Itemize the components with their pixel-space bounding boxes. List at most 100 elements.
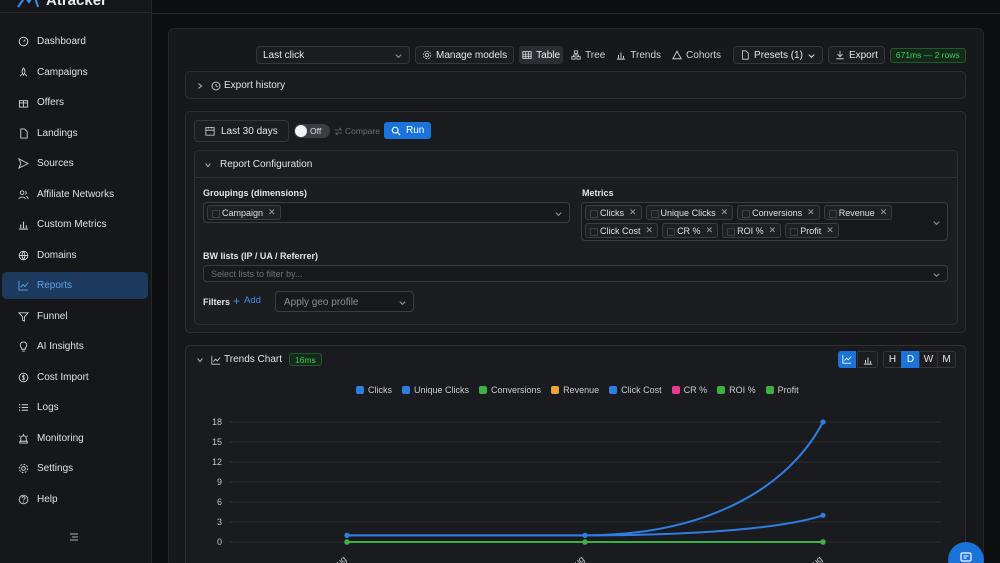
manage-models-button[interactable]: Manage models (415, 46, 515, 64)
remove-chip-icon[interactable]: ✕ (646, 225, 654, 236)
sidebar-item-logs[interactable]: Logs (2, 394, 148, 421)
collapse-sidebar-icon[interactable] (68, 531, 80, 543)
calendar-icon (205, 126, 215, 136)
series-line-unique-clicks (347, 514, 824, 537)
remove-chip-icon[interactable]: ✕ (629, 207, 637, 218)
remove-chip-icon[interactable]: ✕ (880, 207, 888, 218)
presets-button[interactable]: Presets (1) (733, 46, 823, 64)
geo-profile-select[interactable]: Apply geo profile (275, 291, 414, 312)
legend-item-revenue[interactable]: Revenue (551, 385, 599, 395)
sidebar-item-help[interactable]: Help (2, 486, 148, 513)
legend-item-conversions[interactable]: Conversions (479, 385, 541, 395)
sidebar-item-domains[interactable]: Domains (2, 242, 148, 269)
series-line-clicks (347, 421, 824, 537)
export-button[interactable]: Export (827, 46, 885, 64)
legend-item-roi-[interactable]: ROI % (717, 385, 756, 395)
chip-campaign: Campaign ✕ (207, 205, 281, 220)
sidebar-item-reports[interactable]: Reports (2, 272, 148, 299)
groupings-select[interactable]: Campaign ✕ (203, 202, 570, 223)
run-button[interactable]: Run (384, 122, 432, 139)
remove-chip-icon[interactable]: ✕ (706, 225, 714, 236)
legend-label: Clicks (368, 385, 392, 395)
legend-item-click-cost[interactable]: Click Cost (609, 385, 662, 395)
trends-line-chart: 0 3 6 9 12 15 18 04 Aug 06 Aug 08 Aug (212, 417, 941, 563)
sidebar-item-ai-insights[interactable]: AI Insights (2, 333, 148, 360)
sidebar-item-campaigns[interactable]: Campaigns (2, 59, 148, 86)
funnel-icon (18, 311, 29, 322)
add-filter-button[interactable]: + Add (233, 295, 261, 307)
chevron-down-icon[interactable] (204, 161, 212, 169)
rocket-icon (19, 66, 28, 76)
remove-chip-icon[interactable]: ✕ (826, 225, 834, 236)
legend-swatch (356, 386, 364, 394)
granularity-m-button[interactable]: M (937, 351, 956, 368)
remove-chip-icon[interactable]: ✕ (268, 207, 276, 218)
data-point (820, 539, 826, 545)
attribution-select[interactable]: Last click (256, 46, 410, 64)
x-tick-label: 06 Aug (558, 554, 586, 563)
bar-chart-icon (18, 221, 29, 230)
compare-toggle[interactable]: Off (294, 124, 330, 138)
view-tree-label: Tree (585, 49, 606, 61)
data-point (582, 532, 588, 538)
line-chart-icon (842, 354, 852, 364)
app-logo[interactable]: Atracker (16, 0, 107, 10)
sidebar-item-offers[interactable]: Offers (2, 89, 148, 116)
bar-chart-icon (617, 52, 626, 60)
remove-chip-icon[interactable]: ✕ (807, 207, 815, 218)
sidebar-item-label: Funnel (37, 310, 68, 322)
sidebar-item-monitoring[interactable]: Monitoring (2, 425, 148, 452)
sidebar-item-dashboard[interactable]: Dashboard (2, 28, 148, 55)
legend-item-cr-[interactable]: CR % (671, 385, 707, 395)
bw-lists-label: BW lists (IP / UA / Referrer) (203, 251, 319, 261)
geo-profile-placeholder: Apply geo profile (284, 297, 359, 308)
chevron-down-icon (555, 212, 562, 217)
users-icon (18, 189, 29, 199)
date-range-button[interactable]: Last 30 days (194, 120, 289, 142)
metrics-select[interactable]: Clicks ✕ Unique Clicks ✕ Conversions ✕ Revenue… (581, 202, 948, 241)
report-configuration-header[interactable]: Report Configuration (195, 151, 957, 178)
sidebar-item-landings[interactable]: Landings (2, 120, 148, 147)
view-table-label: Table (536, 49, 561, 61)
sidebar-item-cost-import[interactable]: Cost Import (2, 364, 148, 391)
line-view-button[interactable] (838, 351, 856, 368)
trends-chart-title: Trends Chart (224, 354, 282, 365)
search-icon (391, 126, 401, 136)
sidebar-item-sources[interactable]: Sources (2, 150, 148, 177)
legend-swatch (717, 386, 726, 394)
y-tick-label: 6 (217, 497, 222, 507)
bw-lists-select[interactable]: Select lists to filter by... (203, 265, 948, 282)
remove-chip-icon[interactable]: ✕ (769, 225, 777, 236)
chevron-right-icon[interactable] (196, 82, 204, 90)
legend-item-profit[interactable]: Profit (765, 385, 799, 395)
view-table-tab[interactable]: Table (519, 46, 564, 64)
legend-label: Profit (777, 385, 799, 395)
bw-lists-placeholder: Select lists to filter by... (211, 269, 303, 279)
chip-cr-: CR % ✕ (662, 223, 719, 238)
view-tree-tab[interactable]: Tree (568, 46, 608, 64)
sidebar-item-label: Monitoring (37, 432, 84, 444)
granularity-h-button[interactable]: H (883, 351, 902, 368)
sidebar-item-custom-metrics[interactable]: Custom Metrics (2, 211, 148, 238)
sidebar-item-settings[interactable]: Settings (2, 455, 148, 482)
bar-view-button[interactable] (857, 351, 878, 368)
legend-item-clicks[interactable]: Clicks (356, 385, 392, 395)
granularity-d-button[interactable]: D (901, 351, 920, 368)
legend-item-unique-clicks[interactable]: Unique Clicks (402, 385, 469, 395)
legend-label: Conversions (491, 385, 542, 395)
sidebar-item-funnel[interactable]: Funnel (2, 303, 148, 330)
chat-icon (960, 552, 972, 562)
granularity-w-button[interactable]: W (919, 351, 938, 368)
export-history-panel[interactable]: Export history (185, 71, 966, 99)
view-trends-tab[interactable]: Trends (613, 46, 664, 64)
y-tick-label: 18 (212, 417, 222, 427)
legend-label: Revenue (563, 385, 600, 395)
view-cohorts-tab[interactable]: Cohorts (669, 46, 724, 64)
sidebar-item-label: Cost Import (37, 371, 89, 383)
sidebar-item-affiliate-networks[interactable]: Affiliate Networks (2, 181, 148, 208)
compare-control[interactable]: Compare (334, 126, 380, 136)
chip-label: Profit (800, 225, 822, 236)
chevron-down-icon[interactable] (196, 356, 204, 364)
remove-chip-icon[interactable]: ✕ (721, 207, 729, 218)
query-timing-badge: 671ms — 2 rows (889, 47, 966, 63)
